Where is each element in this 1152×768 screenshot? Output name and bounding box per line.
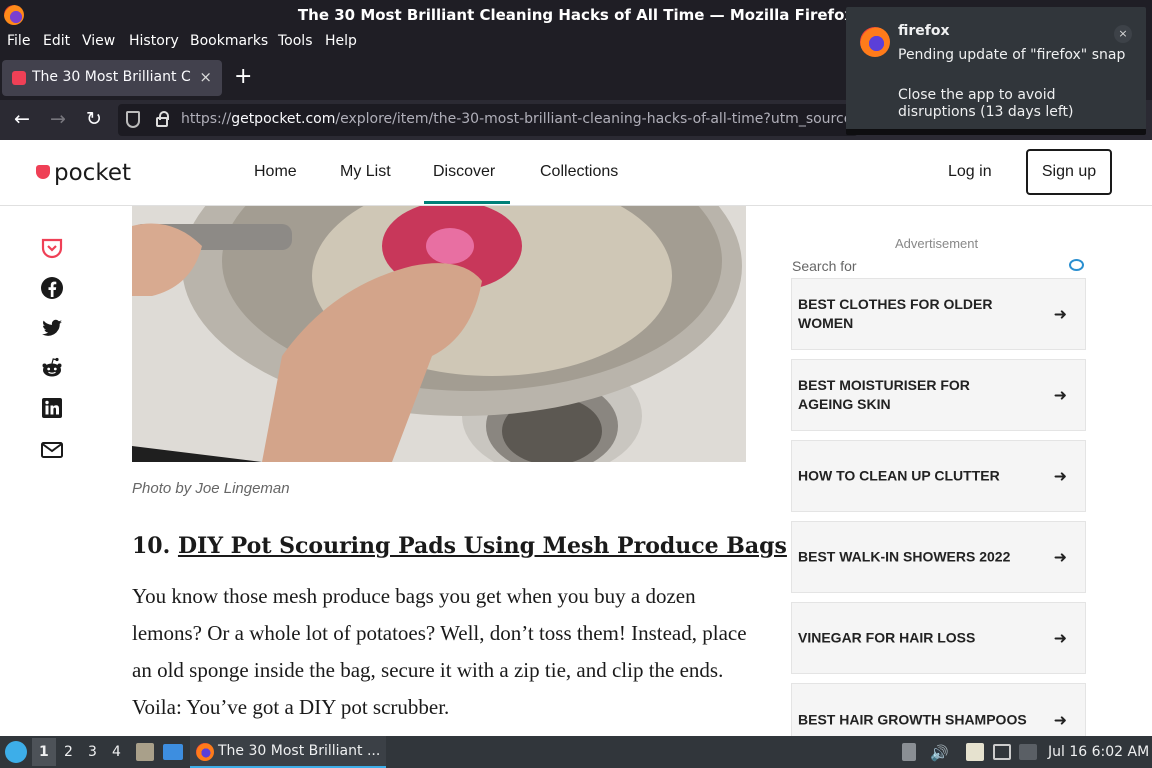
pocket-logo[interactable]: pocket: [36, 160, 131, 186]
taskbar-firefox-window[interactable]: The 30 Most Brilliant ...: [190, 736, 386, 768]
email-icon[interactable]: [40, 438, 64, 462]
workspace-4[interactable]: 4: [112, 744, 121, 760]
clock[interactable]: Jul 16 6:02 AM: [1048, 744, 1149, 760]
article-photo: [132, 206, 746, 462]
ad-link[interactable]: BEST CLOTHES FOR OLDER WOMEN ➜: [791, 278, 1086, 350]
section-number: 10.: [132, 533, 171, 559]
arrow-right-icon: ➜: [1053, 466, 1067, 486]
browser-tab[interactable]: The 30 Most Brilliant Cleaning Hacks of …: [2, 60, 222, 96]
app-launcher-icon[interactable]: [5, 741, 27, 763]
tracking-protection-shield-icon[interactable]: [126, 111, 140, 128]
ad-link-label: BEST HAIR GROWTH SHAMPOOS: [798, 711, 1027, 728]
taskbar: 1 2 3 4 The 30 Most Brilliant ... 🔊 Jul …: [0, 736, 1152, 768]
notification-message: Pending update of "firefox" snap: [898, 47, 1126, 63]
nav-active-indicator: [424, 201, 510, 204]
menu-help[interactable]: Help: [325, 33, 357, 49]
photo-caption: Photo by Joe Lingeman: [132, 480, 290, 497]
back-arrow-icon[interactable]: ←: [14, 108, 30, 130]
pocket-mark-icon: [36, 165, 50, 179]
firefox-icon: [196, 743, 214, 761]
file-manager-icon[interactable]: [136, 743, 154, 761]
section-heading: 10. DIY Pot Scouring Pads Using Mesh Pro…: [132, 533, 787, 559]
arrow-right-icon: ➜: [1053, 710, 1067, 730]
workspace-1[interactable]: 1: [39, 744, 49, 760]
menu-view[interactable]: View: [82, 33, 115, 49]
clipboard-icon[interactable]: [902, 743, 916, 761]
menu-tools[interactable]: Tools: [278, 33, 313, 49]
arrow-right-icon: ➜: [1053, 304, 1067, 324]
article-paragraph: You know those mesh produce bags you get…: [132, 584, 747, 719]
menu-file[interactable]: File: [7, 33, 30, 49]
reddit-icon[interactable]: [40, 356, 64, 380]
ad-link[interactable]: VINEGAR FOR HAIR LOSS ➜: [791, 602, 1086, 674]
ad-link[interactable]: BEST WALK-IN SHOWERS 2022 ➜: [791, 521, 1086, 593]
arrow-right-icon: ➜: [1053, 385, 1067, 405]
section-heading-link[interactable]: DIY Pot Scouring Pads Using Mesh Produce…: [178, 533, 787, 559]
site-header: pocket Home My List Discover Collections…: [0, 140, 1152, 206]
workspace-2[interactable]: 2: [64, 744, 73, 760]
pocket-favicon-icon: [12, 71, 26, 85]
search-for-label: Search for: [792, 258, 857, 274]
notes-icon[interactable]: [966, 743, 984, 761]
notification-detail: Close the app to avoid disruptions (13 d…: [898, 87, 1074, 120]
linkedin-icon[interactable]: [40, 396, 64, 420]
advertisement-label: Advertisement: [895, 236, 979, 251]
taskbar-window-title: The 30 Most Brilliant ...: [218, 743, 381, 759]
ad-link[interactable]: BEST MOISTURISER FOR AGEING SKIN ➜: [791, 359, 1086, 431]
signup-button[interactable]: Sign up: [1026, 149, 1112, 195]
arrow-right-icon: ➜: [1053, 547, 1067, 567]
twitter-icon[interactable]: [40, 316, 64, 340]
arrow-right-icon: ➜: [1053, 628, 1067, 648]
desktop-icon[interactable]: [163, 744, 183, 760]
menu-bookmarks[interactable]: Bookmarks: [190, 33, 268, 49]
menu-edit[interactable]: Edit: [43, 33, 70, 49]
volume-icon[interactable]: 🔊: [930, 744, 949, 762]
ad-link-label: VINEGAR FOR HAIR LOSS: [798, 629, 976, 646]
update-notifier-icon[interactable]: [1019, 744, 1037, 760]
tab-title: The 30 Most Brilliant Cleaning Hacks of …: [32, 69, 192, 85]
reload-icon[interactable]: ↻: [86, 108, 102, 130]
notification-app-name: firefox: [898, 23, 950, 39]
url-text[interactable]: https://getpocket.com/explore/item/the-3…: [181, 111, 851, 127]
forward-arrow-icon[interactable]: →: [50, 108, 66, 130]
ad-link[interactable]: HOW TO CLEAN UP CLUTTER ➜: [791, 440, 1086, 512]
notification-close-icon[interactable]: ×: [1114, 25, 1132, 43]
tab-close-icon[interactable]: ×: [199, 68, 212, 86]
workspace-3[interactable]: 3: [88, 744, 97, 760]
ad-choices-icon[interactable]: [1069, 259, 1084, 271]
pocket-save-icon[interactable]: [40, 236, 64, 260]
facebook-icon[interactable]: [40, 276, 64, 300]
nav-home[interactable]: Home: [254, 163, 297, 181]
ad-link-label: BEST MOISTURISER FOR AGEING SKIN: [798, 377, 970, 412]
nav-collections[interactable]: Collections: [540, 163, 618, 181]
firefox-logo-icon: [860, 27, 890, 57]
ad-link[interactable]: BEST HAIR GROWTH SHAMPOOS ➜: [791, 683, 1086, 736]
nav-my-list[interactable]: My List: [340, 163, 391, 181]
update-notification[interactable]: firefox Pending update of "firefox" snap…: [846, 7, 1146, 135]
ad-link-label: BEST WALK-IN SHOWERS 2022: [798, 548, 1011, 565]
ad-link-label: HOW TO CLEAN UP CLUTTER: [798, 467, 1000, 484]
network-icon[interactable]: [993, 744, 1011, 760]
nav-discover[interactable]: Discover: [433, 163, 495, 181]
menu-history[interactable]: History: [129, 33, 179, 49]
new-tab-button[interactable]: +: [234, 66, 252, 88]
lock-icon[interactable]: [156, 111, 169, 127]
url-bar[interactable]: https://getpocket.com/explore/item/the-3…: [118, 104, 858, 136]
login-link[interactable]: Log in: [948, 163, 992, 181]
ad-link-label: BEST CLOTHES FOR OLDER WOMEN: [798, 296, 993, 331]
